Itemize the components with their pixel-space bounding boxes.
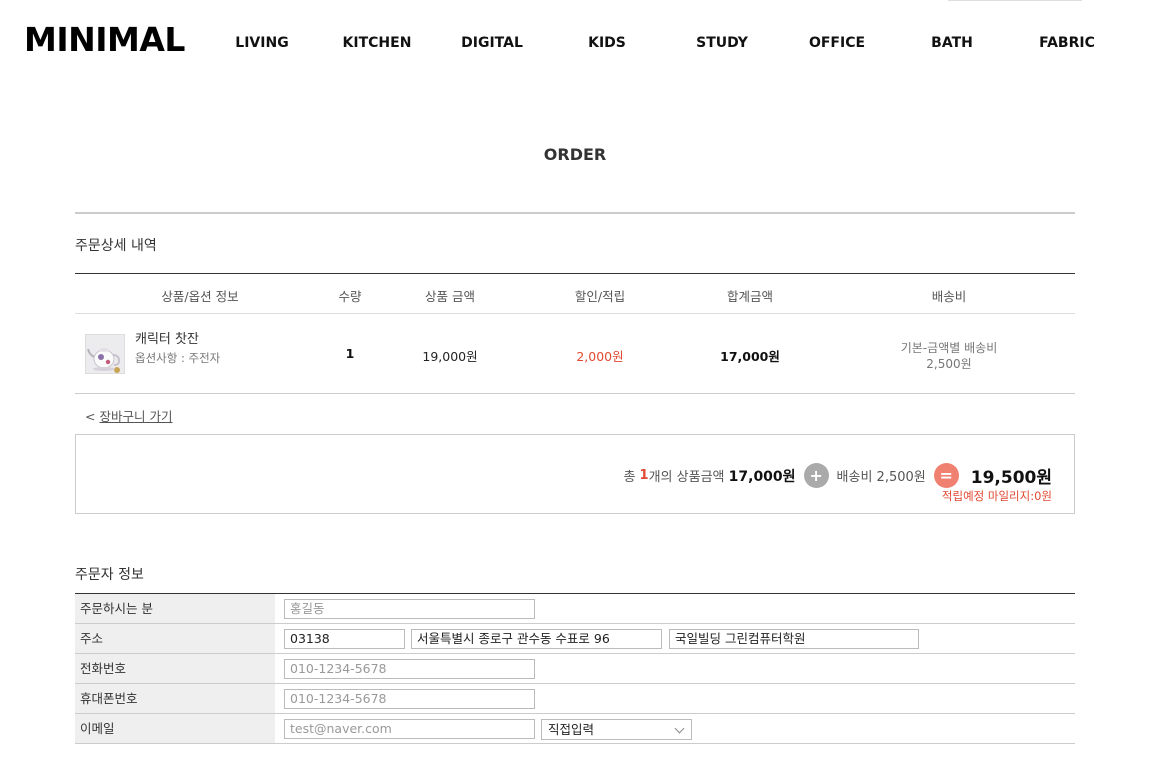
mobile-input[interactable]: 010-1234-5678 <box>284 689 535 709</box>
address2-input[interactable]: 국일빌딩 그린컴퓨터학원 <box>669 629 919 649</box>
page-title: ORDER <box>543 145 607 164</box>
order-summary-box: 총 1 개의 상품금액 17,000원 + 배송비 2,500원 = 19,500… <box>75 434 1075 514</box>
item-shipping-type: 기본-금액별 배송비 <box>900 341 998 355</box>
summary-row: 총 1 개의 상품금액 17,000원 + 배송비 2,500원 = 19,500… <box>623 463 1052 488</box>
summary-item-count: 1 <box>639 468 649 483</box>
go-to-cart-label: 장바구니 가기 <box>99 409 173 424</box>
item-quantity: 1 <box>345 346 355 361</box>
order-detail-title: 주문상세 내역 <box>75 238 157 254</box>
address1-input[interactable]: 서울특별시 종로구 관수동 수표로 96 <box>411 629 662 649</box>
top-utility-line <box>948 0 1082 1</box>
table-header-border <box>75 313 1075 314</box>
summary-grand-total: 19,500원 <box>970 468 1052 488</box>
nav-item-fabric[interactable]: FABRIC <box>1039 35 1095 51</box>
nav-item-living[interactable]: LIVING <box>235 35 288 51</box>
orderer-name-row: 주문하시는 분 홍길동 <box>75 594 1075 624</box>
orderer-name-label: 주문하시는 분 <box>75 594 275 623</box>
table-top-border <box>75 273 1075 274</box>
go-to-cart-link[interactable]: < 장바구니 가기 <box>85 406 172 425</box>
equals-icon: = <box>933 463 959 488</box>
address-row: 주소 03138 서울특별시 종로구 관수동 수표로 96 국일빌딩 그린컴퓨터… <box>75 624 1075 654</box>
email-label: 이메일 <box>75 714 275 743</box>
address-label: 주소 <box>75 624 275 653</box>
expected-mileage: 적립예정 마일리지:0원 <box>941 489 1052 503</box>
column-header-quantity: 수량 <box>338 289 362 304</box>
chevron-down-icon <box>674 723 685 734</box>
product-option: 옵션사항 : 주전자 <box>135 351 221 365</box>
column-header-shipping: 배송비 <box>931 289 967 304</box>
nav-item-kitchen[interactable]: KITCHEN <box>343 35 412 51</box>
phone-input[interactable]: 010-1234-5678 <box>284 659 535 679</box>
email-domain-value: 직접입력 <box>548 722 595 737</box>
mobile-row: 휴대폰번호 010-1234-5678 <box>75 684 1075 714</box>
product-name[interactable]: 캐릭터 찻잔 <box>135 328 199 347</box>
mobile-label: 휴대폰번호 <box>75 684 275 713</box>
email-row: 이메일 test@naver.com 직접입력 <box>75 714 1075 744</box>
plus-icon: + <box>803 463 829 488</box>
phone-row: 전화번호 010-1234-5678 <box>75 654 1075 684</box>
nav-item-digital[interactable]: DIGITAL <box>461 35 523 51</box>
table-bottom-border <box>75 393 1075 394</box>
item-price: 19,000원 <box>422 349 478 364</box>
nav-item-bath[interactable]: BATH <box>931 35 973 51</box>
email-domain-select[interactable]: 직접입력 <box>541 719 692 740</box>
phone-label: 전화번호 <box>75 654 275 683</box>
summary-shipping: 배송비 2,500원 <box>836 470 926 485</box>
item-shipping-fee: 2,500원 <box>926 357 972 371</box>
orderer-name-input[interactable]: 홍길동 <box>284 599 535 619</box>
column-header-total: 합계금액 <box>726 289 774 304</box>
title-divider <box>75 212 1075 214</box>
item-total: 17,000원 <box>720 349 780 364</box>
summary-prefix: 총 <box>623 470 636 485</box>
zipcode-input[interactable]: 03138 <box>284 629 405 649</box>
nav-item-study[interactable]: STUDY <box>696 35 748 51</box>
summary-products-total: 17,000원 <box>728 468 796 485</box>
back-arrow-icon: < <box>85 409 96 424</box>
product-thumbnail[interactable] <box>85 334 125 374</box>
site-logo[interactable]: MINIMAL <box>24 20 185 59</box>
orderer-info-title: 주문자 정보 <box>75 567 144 583</box>
column-header-price: 상품 금액 <box>425 289 475 304</box>
nav-item-kids[interactable]: KIDS <box>588 35 626 51</box>
site-header: MINIMAL LIVING KITCHEN DIGITAL KIDS STUD… <box>0 0 1152 80</box>
email-input[interactable]: test@naver.com <box>284 719 535 739</box>
column-header-discount: 할인/적립 <box>574 289 626 304</box>
column-header-product: 상품/옵션 정보 <box>161 289 239 304</box>
nav-item-office[interactable]: OFFICE <box>809 35 865 51</box>
item-discount: 2,000원 <box>576 349 624 364</box>
summary-count-suffix: 개의 상품금액 <box>648 470 725 485</box>
